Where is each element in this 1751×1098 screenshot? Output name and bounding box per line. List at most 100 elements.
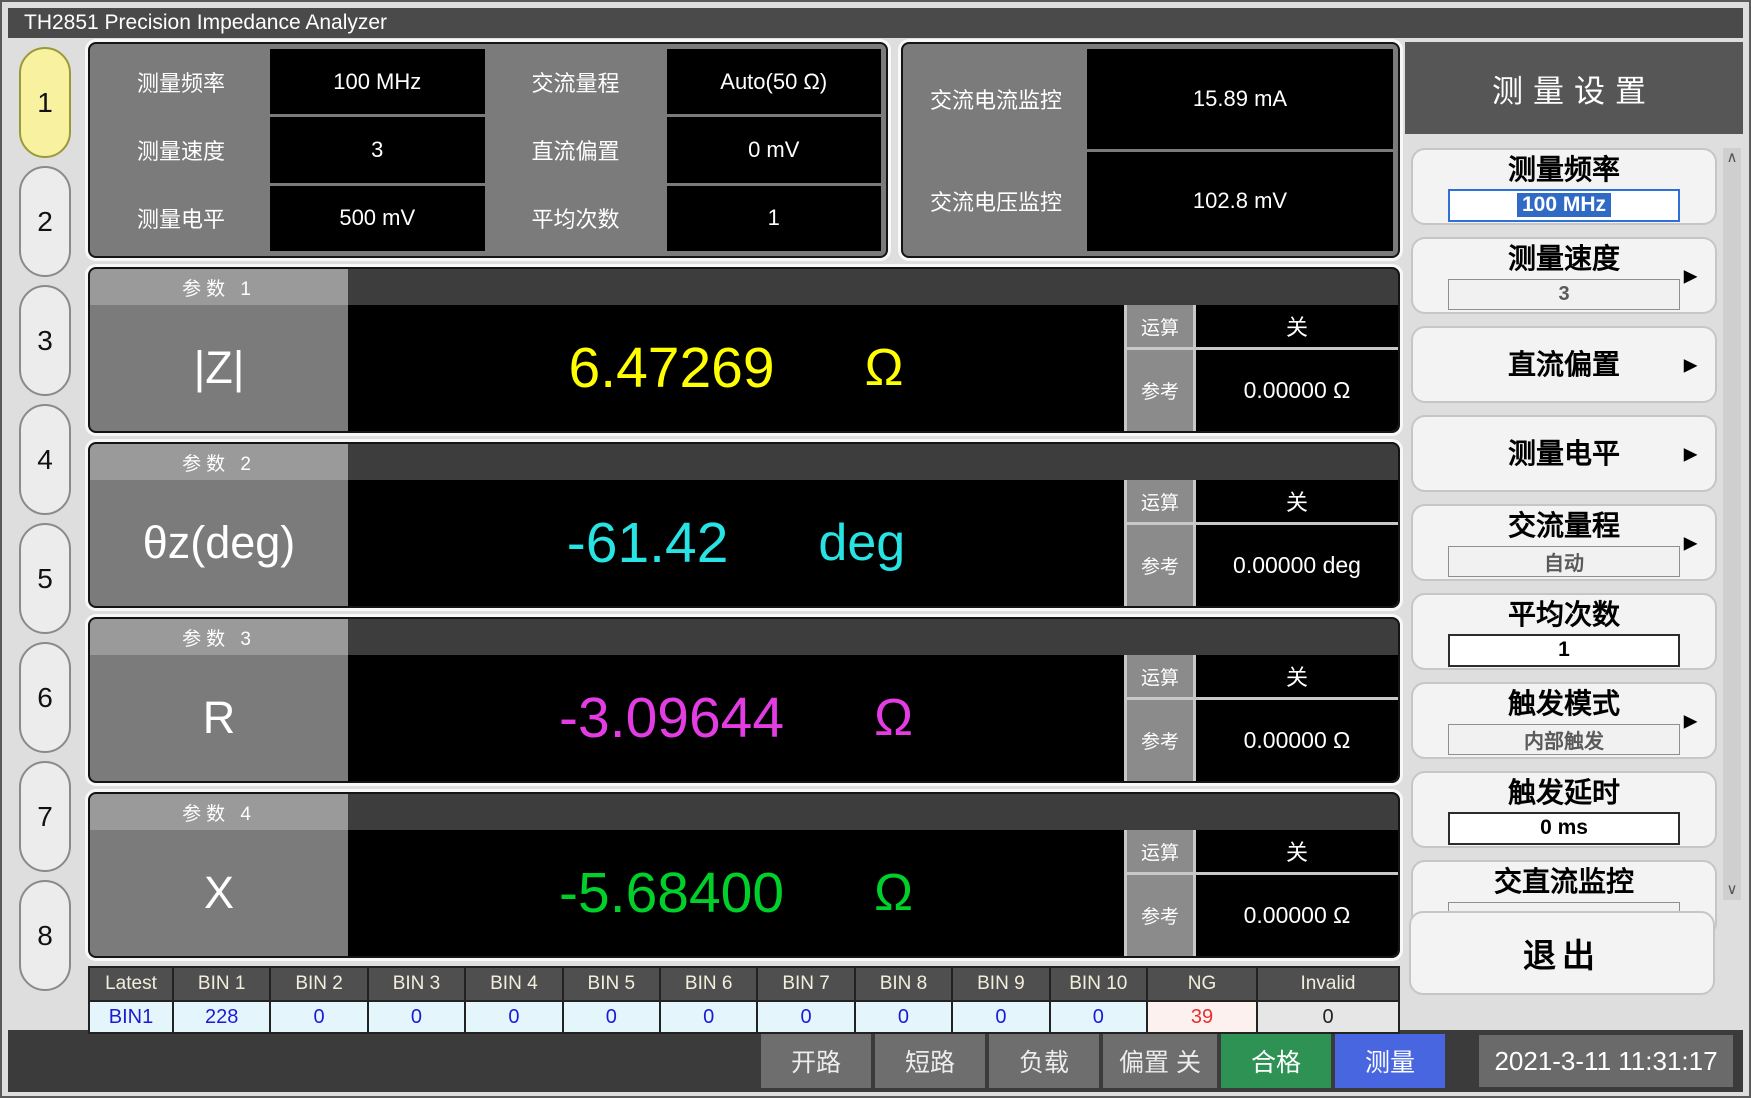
parameter-value-area: 6.47269Ω xyxy=(348,305,1124,431)
statusbar-button[interactable]: 测量 xyxy=(1335,1034,1445,1088)
parameter-name: X xyxy=(90,830,348,956)
body: 12345678 测量频率100 MHz交流量程Auto(50 Ω)测量速度3直… xyxy=(8,38,1743,1030)
parameter-panel-3: 参数 3R-3.09644Ω运算关参考0.00000 Ω xyxy=(88,617,1400,783)
menu-button-label: 测量速度 xyxy=(1508,242,1620,276)
parameter-panel-body: X-5.68400Ω运算关参考0.00000 Ω xyxy=(90,830,1398,956)
bin-value-cell: 0 xyxy=(661,1002,756,1032)
submenu-arrow-icon: ► xyxy=(1679,262,1702,289)
menu-button-label: 直流偏置 xyxy=(1508,348,1620,382)
page-tab-6[interactable]: 6 xyxy=(19,642,71,753)
page-tab-7[interactable]: 7 xyxy=(19,761,71,872)
submenu-arrow-icon: ► xyxy=(1679,351,1702,378)
menu-button-label: 平均次数 xyxy=(1508,598,1620,632)
monitor-value: 102.8 mV xyxy=(1087,152,1393,252)
parameter-panel-header: 参数 4 xyxy=(90,794,1398,830)
bin-header-cell: BIN 3 xyxy=(369,968,464,1000)
menu-button-input[interactable]: 触发延时0 ms xyxy=(1411,771,1717,848)
parameter-ops: 运算关参考0.00000 Ω xyxy=(1124,830,1398,956)
submenu-arrow-icon: ► xyxy=(1679,707,1702,734)
menu-items: 测量频率100 MHz测量速度3►直流偏置►测量电平►交流量程自动►平均次数1触… xyxy=(1405,134,1743,937)
menu-button-sub[interactable]: 触发模式内部触发► xyxy=(1411,682,1717,759)
parameter-value: -5.68400 xyxy=(559,860,784,926)
parameter-unit: deg xyxy=(818,513,905,573)
bin-header-cell: NG xyxy=(1148,968,1256,1000)
page-tab-4[interactable]: 4 xyxy=(19,404,71,515)
bin-value-cell: 0 xyxy=(856,1002,951,1032)
right-menu: 测量设置 测量频率100 MHz测量速度3►直流偏置►测量电平►交流量程自动►平… xyxy=(1405,38,1743,1030)
page-tab-3[interactable]: 3 xyxy=(19,285,71,396)
parameter-value-area: -3.09644Ω xyxy=(348,655,1124,781)
submenu-arrow-icon: ► xyxy=(1679,529,1702,556)
operation-value: 关 xyxy=(1196,655,1398,697)
bin-header-cell: BIN 2 xyxy=(271,968,366,1000)
monitor-value: 15.89 mA xyxy=(1087,49,1393,149)
submenu-arrow-icon: ► xyxy=(1679,440,1702,467)
parameter-panel-1: 参数 1|Z|6.47269Ω运算关参考0.00000 Ω xyxy=(88,267,1400,433)
statusbar-button[interactable]: 偏置 关 xyxy=(1103,1034,1217,1088)
statusbar-button[interactable]: 负载 xyxy=(989,1034,1099,1088)
menu-button-sub[interactable]: 交流量程自动► xyxy=(1411,504,1717,581)
reference-value: 0.00000 Ω xyxy=(1196,875,1398,956)
monitor-label: 交流电流监控 xyxy=(908,49,1084,149)
operation-value: 关 xyxy=(1196,305,1398,347)
menu-scrollbar[interactable]: ∧ ∨ xyxy=(1723,148,1741,900)
menu-button-plain[interactable]: 测量电平► xyxy=(1411,415,1717,492)
menu-button-subvalue[interactable]: 自动 xyxy=(1448,546,1680,577)
operation-value: 关 xyxy=(1196,830,1398,872)
bin-header-cell: BIN 6 xyxy=(661,968,756,1000)
page-tab-5[interactable]: 5 xyxy=(19,523,71,634)
app-window: TH2851 Precision Impedance Analyzer 1234… xyxy=(0,0,1751,1098)
bin-value-cell: 0 xyxy=(1051,1002,1146,1032)
status-bar: 开路短路负载偏置 关合格测量 2021-3-11 11:31:17 xyxy=(8,1030,1743,1092)
parameter-panel-4: 参数 4X-5.68400Ω运算关参考0.00000 Ω xyxy=(88,792,1400,958)
statusbar-button[interactable]: 短路 xyxy=(875,1034,985,1088)
operation-label: 运算 xyxy=(1127,480,1193,522)
bin-header-cell: BIN 5 xyxy=(564,968,659,1000)
reference-value: 0.00000 deg xyxy=(1196,525,1398,606)
exit-button[interactable]: 退出 xyxy=(1409,911,1715,995)
setting-value: 0 mV xyxy=(667,117,882,182)
window-title: TH2851 Precision Impedance Analyzer xyxy=(8,8,1743,38)
page-tab-1[interactable]: 1 xyxy=(19,47,71,158)
operation-label: 运算 xyxy=(1127,830,1193,872)
parameter-name: R xyxy=(90,655,348,781)
menu-button-plain[interactable]: 直流偏置 ► xyxy=(1411,326,1717,403)
menu-button-input[interactable]: 平均次数1 xyxy=(1411,593,1717,670)
page-tab-8[interactable]: 8 xyxy=(19,880,71,991)
parameter-panel-header: 参数 1 xyxy=(90,269,1398,305)
menu-button-subvalue[interactable]: 内部触发 xyxy=(1448,724,1680,755)
parameter-ops: 运算关参考0.00000 Ω xyxy=(1124,655,1398,781)
page-tab-2[interactable]: 2 xyxy=(19,166,71,277)
reference-value: 0.00000 Ω xyxy=(1196,700,1398,781)
menu-value-input[interactable]: 0 ms xyxy=(1448,812,1680,845)
bin-count-table: LatestBIN 1BIN 2BIN 3BIN 4BIN 5BIN 6BIN … xyxy=(88,966,1400,1034)
operation-label: 运算 xyxy=(1127,305,1193,347)
bin-header-cell: BIN 7 xyxy=(758,968,853,1000)
scroll-up-icon[interactable]: ∧ xyxy=(1727,148,1738,168)
menu-value-input[interactable]: 1 xyxy=(1448,634,1680,667)
setting-label: 测量电平 xyxy=(95,186,267,251)
parameter-tab-label: 参数 2 xyxy=(90,444,348,480)
menu-value-input[interactable]: 100 MHz xyxy=(1448,189,1680,222)
scroll-down-icon[interactable]: ∨ xyxy=(1727,880,1738,900)
selected-text: 100 MHz xyxy=(1517,193,1611,217)
menu-button-sub[interactable]: 测量速度3► xyxy=(1411,237,1717,314)
status-buttons: 开路短路负载偏置 关合格测量 xyxy=(761,1034,1445,1088)
parameter-panel-body: θz(deg)-61.42deg运算关参考0.00000 deg xyxy=(90,480,1398,606)
bin-value-cell: BIN1 xyxy=(90,1002,172,1032)
setting-value: 1 xyxy=(667,186,882,251)
bin-header-cell: BIN 10 xyxy=(1051,968,1146,1000)
bin-value-cell: 39 xyxy=(1148,1002,1256,1032)
statusbar-button[interactable]: 开路 xyxy=(761,1034,871,1088)
parameter-panel-body: R-3.09644Ω运算关参考0.00000 Ω xyxy=(90,655,1398,781)
parameter-name: |Z| xyxy=(90,305,348,431)
parameter-tab-label: 参数 4 xyxy=(90,794,348,830)
setting-label: 直流偏置 xyxy=(488,117,664,182)
bin-value-cell: 0 xyxy=(564,1002,659,1032)
menu-button-subvalue[interactable]: 3 xyxy=(1448,279,1680,310)
parameter-panels: 参数 1|Z|6.47269Ω运算关参考0.00000 Ω参数 2θz(deg)… xyxy=(88,267,1400,958)
menu-button-input-selected[interactable]: 测量频率100 MHz xyxy=(1411,148,1717,225)
parameter-panel-header: 参数 2 xyxy=(90,444,1398,480)
parameter-value: 6.47269 xyxy=(569,335,775,401)
bin-value-cell: 0 xyxy=(1258,1002,1398,1032)
